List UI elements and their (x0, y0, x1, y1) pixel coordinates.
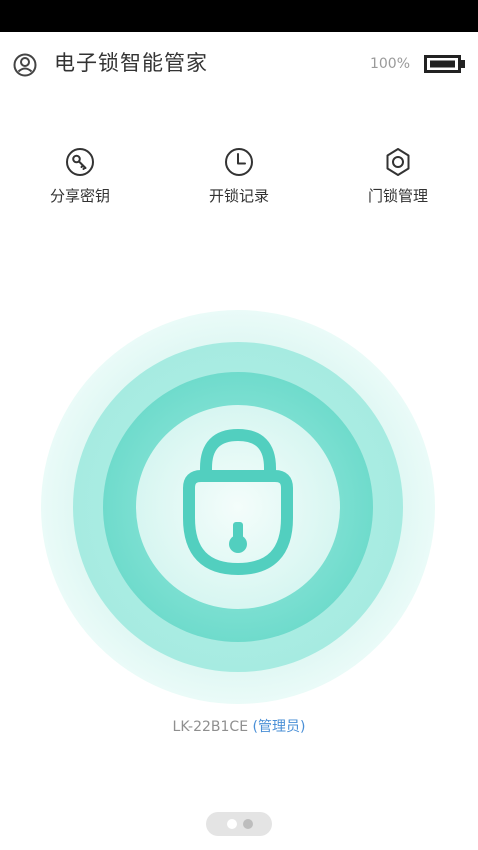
device-role[interactable]: (管理员) (253, 719, 306, 735)
unlock-records-button[interactable]: 开锁记录 (184, 146, 294, 212)
quick-actions: 分享密钥 开锁记录 门锁管理 (0, 146, 478, 216)
gear-icon (386, 148, 410, 176)
page-dot-1[interactable] (227, 819, 237, 829)
top-bar: 电子锁智能管家 100% (0, 32, 478, 96)
battery-percentage: 100% (369, 56, 410, 72)
unlock-records-label: 开锁记录 (208, 187, 269, 205)
page-indicator[interactable] (206, 812, 272, 836)
lock-management-label: 门锁管理 (367, 187, 428, 205)
key-icon (66, 148, 94, 176)
user-icon[interactable] (12, 52, 38, 78)
device-id: LK-22B1CE (172, 719, 249, 735)
page-dot-2[interactable] (243, 819, 253, 829)
lock-management-button[interactable]: 门锁管理 (343, 146, 453, 212)
share-key-label: 分享密钥 (49, 187, 110, 205)
device-info: LK-22B1CE (管理员) (0, 716, 478, 738)
share-key-button[interactable]: 分享密钥 (25, 146, 135, 212)
clock-icon (225, 148, 253, 176)
app-title: 电子锁智能管家 (54, 51, 208, 75)
lock-graphic (41, 310, 435, 704)
unlock-button[interactable] (39, 308, 439, 708)
status-bar (0, 0, 478, 32)
battery-icon (424, 55, 465, 73)
